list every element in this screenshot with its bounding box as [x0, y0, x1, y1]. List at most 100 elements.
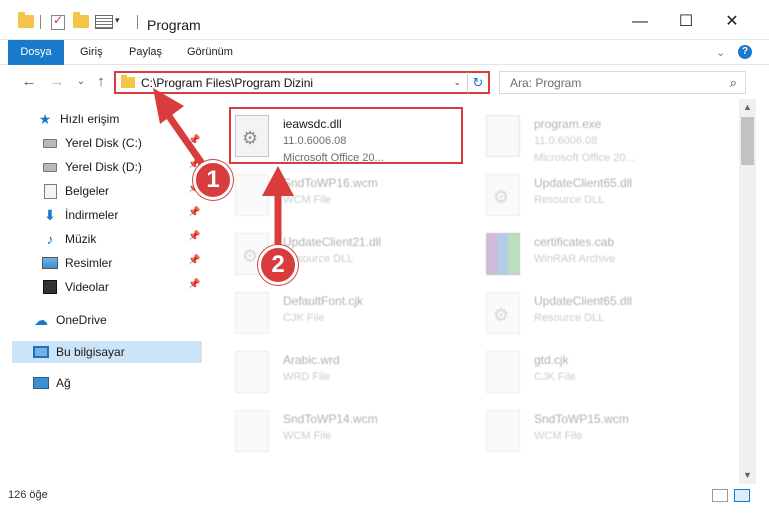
title-bar: ▾ Program — ☐ ✕: [0, 0, 769, 40]
search-box[interactable]: Ara: Program ⌕: [499, 71, 746, 94]
pictures-icon: [42, 256, 58, 270]
file-item[interactable]: Arabic.wrd WRD File: [229, 343, 464, 399]
star-icon: ★: [38, 110, 52, 127]
blank-file-icon: [486, 351, 520, 393]
pin-icon[interactable]: 📌: [188, 207, 200, 218]
forward-button[interactable]: →: [48, 72, 66, 92]
step-badge-1: 1: [193, 160, 233, 200]
file-item[interactable]: certificates.cab WinRAR Archive: [480, 225, 715, 281]
tiles-view-icon[interactable]: [734, 489, 750, 502]
file-type: WRD File: [283, 371, 331, 383]
folder-icon: [121, 75, 135, 88]
sidebar-item-label: Müzik: [65, 232, 97, 246]
file-name: UpdateClient65.dll: [534, 176, 633, 190]
sidebar-item-label: OneDrive: [56, 313, 107, 327]
scroll-down-icon[interactable]: ▼: [739, 467, 756, 484]
pin-icon[interactable]: 📌: [188, 279, 200, 290]
sidebar-item-label: Bu bilgisayar: [56, 345, 125, 359]
file-description: Microsoft Office 20...: [534, 152, 635, 164]
sidebar-item-network[interactable]: Ağ: [33, 372, 243, 394]
item-count: 126 öğe: [8, 489, 48, 501]
scroll-up-icon[interactable]: ▲: [739, 99, 756, 116]
tab-share[interactable]: Paylaş: [129, 40, 162, 65]
file-type: Resource DLL: [534, 194, 605, 206]
search-icon[interactable]: ⌕: [730, 75, 737, 91]
exe-file-icon: [486, 115, 520, 157]
vertical-scrollbar[interactable]: ▲ ▼: [739, 99, 756, 484]
file-type: WCM File: [534, 430, 583, 442]
close-button[interactable]: ✕: [722, 12, 742, 32]
address-bar[interactable]: C:\Program Files\Program Dizini ⌄: [114, 71, 469, 94]
file-name: SndToWP16.wcm: [283, 176, 378, 190]
sidebar-item-local-disk-c[interactable]: Yerel Disk (C:): [42, 132, 252, 154]
file-item-ieawsdc-dll[interactable]: ieawsdc.dll 11.0.6006.08 Microsoft Offic…: [229, 107, 464, 164]
download-icon: ⬇: [44, 206, 56, 223]
navigation-bar: ← → ⌄ ↑ C:\Program Files\Program Dizini …: [0, 66, 769, 99]
ribbon: Dosya Giriş Paylaş Görünüm: [0, 40, 769, 65]
window-title: Program: [147, 17, 201, 33]
file-item[interactable]: gtd.cjk CJK File: [480, 343, 715, 399]
refresh-button[interactable]: ↻: [467, 71, 490, 94]
chevron-down-icon[interactable]: ⌄: [453, 77, 461, 88]
sidebar-item-onedrive[interactable]: ☁ OneDrive: [33, 309, 243, 331]
cloud-icon: ☁: [34, 311, 48, 328]
blank-file-icon: [235, 292, 269, 334]
scroll-thumb[interactable]: [741, 117, 754, 165]
file-type: Resource DLL: [534, 312, 605, 324]
file-item[interactable]: UpdateClient65.dll Resource DLL: [480, 284, 715, 340]
file-item[interactable]: program.exe 11.0.6006.08 Microsoft Offic…: [480, 107, 715, 164]
details-view-icon[interactable]: [712, 489, 728, 502]
pin-icon[interactable]: 📌: [188, 135, 200, 146]
file-list: ieawsdc.dll 11.0.6006.08 Microsoft Offic…: [222, 99, 737, 484]
sidebar-item-label: Yerel Disk (D:): [65, 160, 142, 174]
properties-icon[interactable]: [51, 13, 65, 30]
address-path[interactable]: C:\Program Files\Program Dizini: [141, 76, 453, 90]
search-input[interactable]: Ara: Program: [510, 76, 581, 90]
chevron-down-icon: ▾: [115, 15, 120, 25]
help-icon[interactable]: ?: [738, 45, 752, 59]
sidebar-item-label: İndirmeler: [65, 208, 119, 222]
tab-view[interactable]: Görünüm: [187, 40, 233, 65]
sidebar-item-label: Videolar: [65, 280, 109, 294]
file-item[interactable]: UpdateClient65.dll Resource DLL: [480, 166, 715, 222]
file-name: SndToWP14.wcm: [283, 412, 378, 426]
blank-file-icon: [235, 410, 269, 452]
file-name: UpdateClient21.dll: [283, 235, 382, 249]
tab-file[interactable]: Dosya: [8, 40, 64, 65]
file-name: gtd.cjk: [534, 353, 569, 367]
new-folder-icon[interactable]: [73, 12, 89, 28]
sidebar-item-this-pc[interactable]: Bu bilgisayar: [12, 341, 202, 363]
tab-home[interactable]: Giriş: [80, 40, 103, 65]
sidebar-item-pictures[interactable]: Resimler: [42, 252, 252, 274]
recent-locations-button[interactable]: ⌄: [72, 72, 90, 92]
navigation-pane: ★ Hızlı erişim Yerel Disk (C:) Yerel Dis…: [0, 99, 220, 484]
file-item[interactable]: DefaultFont.cjk CJK File: [229, 284, 464, 340]
folder-icon[interactable]: [18, 12, 34, 28]
view-icon[interactable]: [95, 15, 113, 29]
file-item[interactable]: SndToWP14.wcm WCM File: [229, 402, 464, 458]
sidebar-item-videos[interactable]: Videolar: [42, 276, 252, 298]
quick-access-caret[interactable]: ▾: [115, 15, 120, 26]
pin-icon[interactable]: 📌: [188, 231, 200, 242]
quick-access-separator: [40, 15, 41, 29]
sidebar-item-quick-access[interactable]: ★ Hızlı erişim: [37, 108, 247, 130]
file-item[interactable]: SndToWP15.wcm WCM File: [480, 402, 715, 458]
network-icon: [33, 376, 49, 390]
sidebar-item-downloads[interactable]: ⬇ İndirmeler: [42, 204, 252, 226]
pin-icon[interactable]: 📌: [188, 255, 200, 266]
up-button[interactable]: ↑: [92, 72, 110, 92]
file-version: 11.0.6006.08: [283, 135, 347, 147]
video-icon: [42, 280, 58, 294]
minimize-button[interactable]: —: [630, 12, 650, 32]
blank-file-icon: [486, 410, 520, 452]
file-item[interactable]: SndToWP16.wcm WCM File: [229, 166, 464, 222]
sidebar-item-label: Hızlı erişim: [60, 112, 120, 126]
blank-file-icon: [235, 174, 269, 216]
step-badge-2: 2: [258, 245, 298, 285]
winrar-icon: [486, 233, 520, 275]
ribbon-expand-icon[interactable]: ⌄: [716, 46, 725, 59]
sidebar-item-music[interactable]: ♪ Müzik: [42, 228, 252, 250]
file-name: ieawsdc.dll: [283, 117, 342, 131]
back-button[interactable]: ←: [20, 72, 38, 92]
maximize-button[interactable]: ☐: [676, 12, 696, 32]
